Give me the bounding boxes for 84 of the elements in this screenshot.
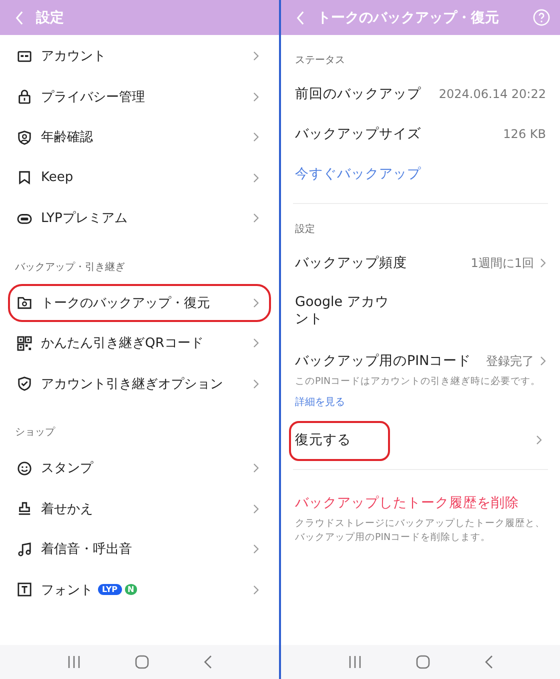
settings-item[interactable]: プライバシー管理: [8, 78, 271, 116]
chevron-icon: [253, 92, 259, 102]
section-title: ステータス: [294, 54, 346, 68]
recent-apps-icon[interactable]: [348, 656, 362, 668]
settings-item[interactable]: スタンプ: [8, 449, 271, 487]
chevron-icon: [540, 356, 546, 366]
item-label: プライバシー管理: [41, 88, 145, 106]
qr-code-icon: [17, 336, 32, 350]
section-title: バックアップ・引き継ぎ: [14, 260, 126, 274]
item-label: アカウント: [41, 48, 106, 65]
shield-icon: [17, 130, 32, 144]
back-icon[interactable]: [204, 655, 212, 669]
row-value: 2024.06.14 20:22: [438, 87, 546, 101]
music-note-icon: [17, 542, 32, 556]
row-value: 126 KB: [503, 127, 546, 141]
chevron-icon: [253, 172, 259, 182]
settings-item[interactable]: 年齢確認: [8, 118, 271, 156]
item-label: かんたん引き継ぎQRコード: [41, 335, 204, 352]
text-icon: [17, 582, 32, 597]
settings-item[interactable]: アカウント引き継ぎオプション: [8, 364, 271, 402]
section-title: ショップ: [14, 426, 56, 440]
settings-item[interactable]: Keep: [8, 158, 271, 196]
delete-link[interactable]: バックアップしたトーク履歴を削除: [295, 494, 519, 512]
chevron-icon: [253, 298, 259, 308]
chevron-icon: [253, 51, 259, 61]
item-label: トークのバックアップ・復元: [41, 294, 210, 312]
row-label: 前回のバックアップ: [295, 85, 421, 103]
item-label: 着信音・呼出音: [41, 541, 132, 558]
item-label: LYPプレミアム: [41, 210, 128, 227]
backup-now-link[interactable]: 今すぐバックアップ: [295, 165, 421, 183]
settings-item[interactable]: 着せかえ: [8, 490, 271, 528]
item-label: アカウント引き継ぎオプション: [41, 376, 223, 392]
row-value: 登録完了: [486, 352, 534, 370]
section-title: 設定: [294, 222, 316, 237]
chevron-icon: [253, 378, 259, 388]
item-label: 年齢確認: [41, 129, 93, 146]
home-icon[interactable]: [135, 655, 150, 669]
chevron-icon: [536, 435, 542, 445]
item-label: Keep: [41, 170, 74, 185]
folder-icon: [17, 295, 32, 310]
item-label: スタンプ: [41, 460, 93, 477]
row-label: バックアップサイズ: [295, 125, 421, 143]
premium-badge: LYP: [98, 584, 122, 595]
row-label: バックアップ用のPINコード: [295, 352, 472, 370]
screen-title: トークのバックアップ・復元: [317, 8, 499, 26]
chevron-icon: [253, 213, 259, 223]
settings-item[interactable]: かんたん引き継ぎQRコード: [8, 324, 271, 362]
item-label: 着せかえ: [41, 500, 93, 518]
action-row[interactable]: 今すぐバックアップ: [289, 155, 552, 195]
item-label: フォント: [41, 582, 93, 598]
description-text: クラウドストレージにバックアップしたトーク履歴と、バックアップ用のPINコードを削除します。: [295, 517, 546, 545]
action-row[interactable]: バックアップしたトーク履歴を削除 クラウドストレージにバックアップしたトーク履歴と、バックアップ用のPINコードを削除します。: [289, 484, 552, 557]
chevron-icon: [253, 132, 259, 142]
shield-icon: [17, 376, 32, 391]
row-label: バックアップ頻度: [295, 254, 407, 272]
settings-item[interactable]: 着信音・呼出音: [8, 530, 271, 568]
settings-item[interactable]: トークのバックアップ・復元: [8, 284, 271, 322]
screen-title: 設定: [36, 8, 64, 26]
new-badge: N: [124, 584, 138, 595]
lock-icon: [17, 89, 32, 104]
settings-item[interactable]: アカウント: [8, 37, 271, 75]
settings-item[interactable]: フォント LYP N: [8, 570, 271, 608]
settings-row[interactable]: Google アカウント: [289, 284, 552, 342]
chevron-icon: [253, 338, 259, 348]
chevron-icon: [253, 544, 259, 554]
row-value: 1週間に1回: [470, 254, 534, 272]
settings-row[interactable]: バックアップ頻度 1週間に1回: [289, 244, 552, 284]
back-icon[interactable]: [484, 655, 493, 669]
recent-apps-icon[interactable]: [67, 656, 82, 668]
chevron-icon: [253, 504, 259, 514]
details-link[interactable]: 詳細を見る: [295, 395, 345, 409]
row-label: 復元する: [295, 431, 351, 449]
settings-item[interactable]: LYPプレミアム: [8, 199, 271, 237]
description-text: このPINコードはアカウントの引き継ぎ時に必要です。: [295, 375, 542, 389]
row-label: Google アカウント: [295, 294, 390, 328]
card-icon: [17, 48, 32, 64]
chevron-icon: [253, 463, 259, 473]
chevron-icon: [540, 258, 546, 268]
settings-row[interactable]: バックアップ用のPINコード 登録完了 このPINコードはアカウントの引き継ぎ時に必要です。 詳細を見る: [289, 342, 552, 421]
home-icon[interactable]: [416, 655, 430, 669]
stamp-icon: [17, 501, 32, 516]
smiley-icon: [17, 460, 32, 476]
bookmark-icon: [17, 170, 32, 185]
chevron-icon: [253, 584, 259, 594]
